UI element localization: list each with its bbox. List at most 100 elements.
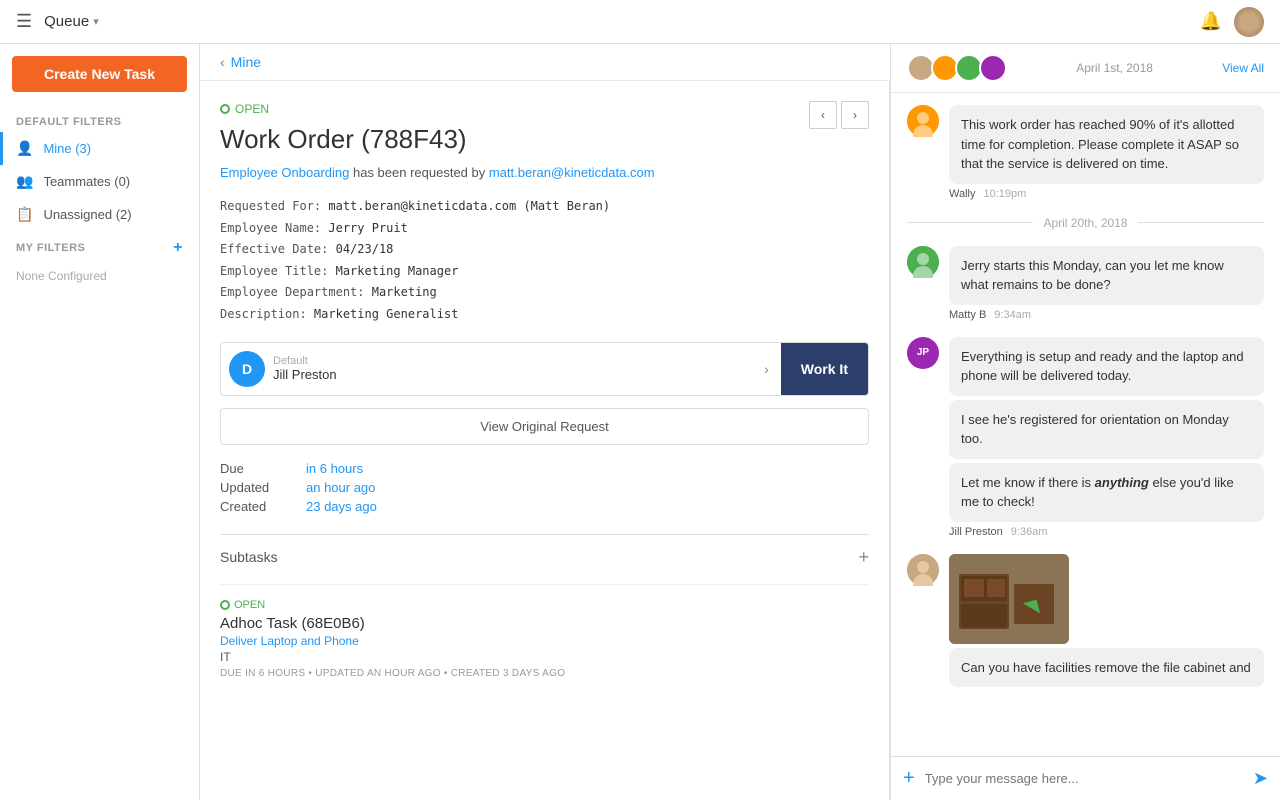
notification-icon[interactable]: 🔔 xyxy=(1200,11,1222,32)
nav-arrows: ‹ › xyxy=(809,101,869,129)
add-subtask-button[interactable]: + xyxy=(858,547,869,568)
wally-avatar xyxy=(907,105,939,137)
assignee-avatar: D xyxy=(229,351,265,387)
status-text: OPEN xyxy=(235,102,269,116)
jp-bubble-3: Let me know if there is anything else yo… xyxy=(949,463,1264,522)
jp-bubble-1: Everything is setup and ready and the la… xyxy=(949,337,1264,396)
wo-details: Requested For: matt.beran@kineticdata.co… xyxy=(220,196,869,326)
status-dot-icon xyxy=(220,104,230,114)
subtasks-header: Subtasks + xyxy=(220,534,869,576)
sidebar-item-mine[interactable]: 👤 Mine (3) xyxy=(0,132,199,165)
subtitle-mid: has been requested by xyxy=(353,165,489,180)
subtask-status-badge: OPEN xyxy=(220,599,265,611)
detail-row-3: Employee Title: Marketing Manager xyxy=(220,261,869,283)
sidebar-item-teammates[interactable]: 👥 Teammates (0) xyxy=(0,165,199,198)
send-button[interactable]: ➤ xyxy=(1253,768,1268,789)
meta-created-row: Created 23 days ago xyxy=(220,499,869,514)
work-it-button[interactable]: Work It xyxy=(781,343,868,395)
user-icon: 👤 xyxy=(16,140,33,157)
chat-messages: This work order has reached 90% of it's … xyxy=(891,93,1280,756)
wo-subtitle: Employee Onboarding has been requested b… xyxy=(220,165,869,180)
view-all-link[interactable]: View All xyxy=(1222,61,1264,75)
jp-message-content: Everything is setup and ready and the la… xyxy=(949,337,1264,538)
wally-bubble: This work order has reached 90% of it's … xyxy=(949,105,1264,184)
none-configured-label: None Configured xyxy=(0,265,199,287)
sidebar-unassigned-label: Unassigned (2) xyxy=(43,207,131,222)
jp-last-text: Can you have facilities remove the file … xyxy=(961,660,1251,675)
jp-image-avatar xyxy=(907,554,939,586)
main-layout: Create New Task DEFAULT FILTERS 👤 Mine (… xyxy=(0,44,1280,800)
jp-bubble-3-em: anything xyxy=(1095,475,1149,490)
updated-value: an hour ago xyxy=(306,480,375,495)
chat-input[interactable] xyxy=(925,771,1243,786)
sidebar-mine-label: Mine (3) xyxy=(43,141,91,156)
detail-row-2: Effective Date: 04/23/18 xyxy=(220,239,869,261)
subtask-status-text: OPEN xyxy=(234,599,265,611)
wally-message-content: This work order has reached 90% of it's … xyxy=(949,105,1264,200)
jp-time: 9:36am xyxy=(1011,526,1048,538)
queue-label: Queue xyxy=(44,13,89,30)
subtask-dept: IT xyxy=(220,650,869,664)
wally-time: 10:19pm xyxy=(983,188,1026,200)
subtask-item[interactable]: OPEN Adhoc Task (68E0B6) Deliver Laptop … xyxy=(220,584,869,691)
center-right-pane: ‹ Mine OPEN Work Order (788F43) ‹ › xyxy=(200,44,1280,800)
chat-header: April 1st, 2018 View All xyxy=(891,44,1280,93)
add-filter-button[interactable]: + xyxy=(173,239,183,257)
breadcrumb-mine-link[interactable]: Mine xyxy=(231,54,261,70)
chat-panel: April 1st, 2018 View All This xyxy=(890,44,1280,800)
sidebar-item-unassigned[interactable]: 📋 Unassigned (2) xyxy=(0,198,199,231)
jp-meta: Jill Preston 9:36am xyxy=(949,526,1264,538)
create-new-task-button[interactable]: Create New Task xyxy=(12,56,187,92)
prev-arrow-button[interactable]: ‹ xyxy=(809,101,837,129)
center-pane: ‹ Mine OPEN Work Order (788F43) ‹ › xyxy=(200,44,890,800)
message-jp-image: Can you have facilities remove the file … xyxy=(907,554,1264,692)
wo-title: Work Order (788F43) xyxy=(220,124,467,155)
meta-table: Due in 6 hours Updated an hour ago Creat… xyxy=(220,461,869,514)
chat-avatars xyxy=(907,54,1007,82)
attach-button[interactable]: + xyxy=(903,767,915,790)
mattyb-message-content: Jerry starts this Monday, can you let me… xyxy=(949,246,1264,321)
detail-row-4: Employee Department: Marketing xyxy=(220,282,869,304)
topnav-left: ☰ Queue ▾ xyxy=(16,11,99,32)
employee-onboarding-link[interactable]: Employee Onboarding xyxy=(220,165,349,180)
assignee-arrow-icon[interactable]: › xyxy=(752,361,781,377)
hamburger-icon[interactable]: ☰ xyxy=(16,11,32,32)
due-label: Due xyxy=(220,461,290,476)
chat-input-bar: + ➤ xyxy=(891,756,1280,800)
wally-meta: Wally 10:19pm xyxy=(949,188,1264,200)
assignee-label: Default xyxy=(273,355,752,367)
jp-bubble-2: I see he's registered for orientation on… xyxy=(949,400,1264,459)
assignee-row: D Default Jill Preston › Work It xyxy=(220,342,869,396)
sidebar: Create New Task DEFAULT FILTERS 👤 Mine (… xyxy=(0,44,200,800)
unassigned-icon: 📋 xyxy=(16,206,33,223)
queue-title[interactable]: Queue ▾ xyxy=(44,13,99,30)
jp-bubble-3-pre: Let me know if there is xyxy=(961,475,1095,490)
updated-label: Updated xyxy=(220,480,290,495)
message-jp: JP Everything is setup and ready and the… xyxy=(907,337,1264,538)
mattyb-avatar xyxy=(907,246,939,278)
meta-due-row: Due in 6 hours xyxy=(220,461,869,476)
my-filters-title: MY FILTERS xyxy=(16,242,85,254)
next-arrow-button[interactable]: › xyxy=(841,101,869,129)
subtask-status-dot xyxy=(220,600,230,610)
subtask-title: Adhoc Task (68E0B6) xyxy=(220,615,869,632)
wo-status-title: OPEN Work Order (788F43) xyxy=(220,101,467,155)
assignee-info: Default Jill Preston xyxy=(273,351,752,386)
user-avatar[interactable] xyxy=(1234,7,1264,37)
subtasks-title: Subtasks xyxy=(220,549,278,565)
topnav-right: 🔔 xyxy=(1200,7,1264,37)
back-arrow-icon[interactable]: ‹ xyxy=(220,54,225,70)
default-filters-title: DEFAULT FILTERS xyxy=(0,108,199,132)
view-original-request-button[interactable]: View Original Request xyxy=(220,408,869,445)
work-order-panel: OPEN Work Order (788F43) ‹ › Employee On… xyxy=(200,81,890,800)
teammates-icon: 👥 xyxy=(16,173,33,190)
message-wally: This work order has reached 90% of it's … xyxy=(907,105,1264,200)
detail-row-1: Employee Name: Jerry Pruit xyxy=(220,218,869,240)
created-value: 23 days ago xyxy=(306,499,377,514)
mattyb-meta: Matty B 9:34am xyxy=(949,309,1264,321)
mattyb-time: 9:34am xyxy=(994,309,1031,321)
requester-email-link[interactable]: matt.beran@kineticdata.com xyxy=(489,165,655,180)
chat-date: April 1st, 2018 xyxy=(1076,61,1153,75)
jp-last-bubble: Can you have facilities remove the file … xyxy=(949,648,1264,688)
meta-updated-row: Updated an hour ago xyxy=(220,480,869,495)
